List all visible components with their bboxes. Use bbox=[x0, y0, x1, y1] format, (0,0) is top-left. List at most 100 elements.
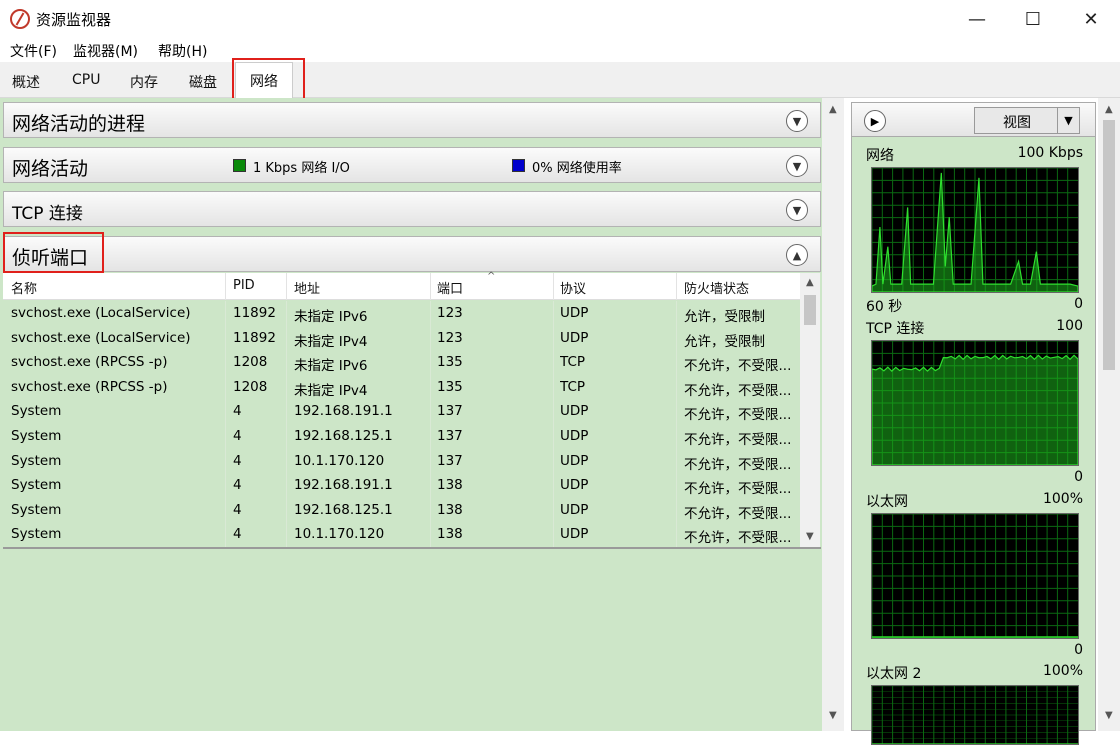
menu-file[interactable]: 文件(F) bbox=[10, 41, 57, 61]
graph-time-span: 60 秒 bbox=[866, 299, 903, 315]
cell-protocol: UDP bbox=[560, 477, 589, 494]
cell-port: 123 bbox=[437, 305, 463, 321]
column-header-address[interactable]: 地址 bbox=[294, 278, 320, 297]
column-divider[interactable] bbox=[676, 273, 677, 300]
window-title: 资源监视器 bbox=[36, 11, 112, 29]
section-tcp-connections[interactable]: TCP 连接 ▼ bbox=[3, 191, 821, 227]
cell-address: 192.168.125.1 bbox=[294, 501, 393, 518]
section-network-activity[interactable]: 网络活动 1 Kbps 网络 I/O 0% 网络使用率 ▼ bbox=[3, 147, 821, 183]
cell-pid: 1208 bbox=[233, 378, 268, 395]
table-row[interactable]: svchost.exe (LocalService) 11892 未指定 IPv… bbox=[3, 301, 800, 326]
table-header: 名称 PID 地址 端口 ^ 协议 防火墙状态 bbox=[3, 271, 800, 300]
ethernet-graph-svg bbox=[872, 514, 1078, 638]
tcp-trace bbox=[872, 354, 1078, 465]
cell-name: svchost.exe (RPCSS -p) bbox=[11, 378, 168, 395]
menu-help[interactable]: 帮助(H) bbox=[158, 41, 207, 61]
io-legend-swatch bbox=[233, 159, 246, 172]
cell-name: svchost.exe (LocalService) bbox=[11, 305, 191, 321]
title-bar: 资源监视器 — ☐ ✕ bbox=[0, 0, 1120, 38]
scroll-down-icon[interactable]: ▼ bbox=[1105, 710, 1113, 721]
section-network-processes[interactable]: 网络活动的进程 ▼ bbox=[3, 102, 821, 138]
tab-memory[interactable]: 内存 bbox=[124, 70, 164, 94]
section-title: 网络活动的进程 bbox=[12, 113, 146, 135]
table-row[interactable]: svchost.exe (RPCSS -p) 1208 未指定 IPv4 135… bbox=[3, 375, 800, 400]
graph-min: 0 bbox=[1074, 642, 1083, 658]
maximize-button[interactable]: ☐ bbox=[1004, 0, 1062, 38]
table-row[interactable]: System 4 192.168.125.1 137 UDP 不允许，不受限..… bbox=[3, 424, 800, 449]
table-row[interactable]: svchost.exe (RPCSS -p) 1208 未指定 IPv6 135… bbox=[3, 350, 800, 375]
ethernet-2-graph bbox=[871, 685, 1079, 745]
cell-protocol: TCP bbox=[560, 354, 586, 371]
column-header-port[interactable]: 端口 bbox=[437, 278, 463, 297]
table-row[interactable]: System 4 192.168.125.1 138 UDP 不允许，不受限..… bbox=[3, 498, 800, 523]
cell-port: 137 bbox=[437, 428, 463, 444]
minimize-button[interactable]: — bbox=[948, 0, 1006, 38]
cell-address: 10.1.170.120 bbox=[294, 452, 385, 469]
column-divider[interactable] bbox=[553, 273, 554, 300]
menu-monitor[interactable]: 监视器(M) bbox=[73, 41, 138, 61]
scroll-up-icon[interactable]: ▲ bbox=[806, 277, 814, 288]
chevron-down-icon[interactable]: ▼ bbox=[786, 110, 808, 132]
table-row[interactable]: System 4 10.1.170.120 138 UDP 不允许，不受限... bbox=[3, 522, 800, 547]
table-row[interactable]: System 4 10.1.170.120 137 UDP 不允许，不受限... bbox=[3, 449, 800, 474]
usage-legend-text: 0% 网络使用率 bbox=[532, 161, 622, 176]
section-title: TCP 连接 bbox=[12, 204, 83, 224]
chevron-up-icon[interactable]: ▲ bbox=[786, 244, 808, 266]
section-listening-ports[interactable]: 侦听端口 ▲ bbox=[3, 236, 821, 272]
listening-ports-table: svchost.exe (LocalService) 11892 未指定 IPv… bbox=[3, 301, 800, 547]
table-row[interactable]: System 4 192.168.191.1 137 UDP 不允许，不受限..… bbox=[3, 399, 800, 424]
chevron-down-icon[interactable]: ▼ bbox=[786, 199, 808, 221]
scroll-down-icon[interactable]: ▼ bbox=[829, 710, 837, 721]
cell-firewall: 不允许，不受限... bbox=[684, 358, 792, 375]
cell-name: svchost.exe (LocalService) bbox=[11, 329, 191, 346]
usage-legend-swatch bbox=[512, 159, 525, 172]
chevron-right-icon[interactable]: ▶ bbox=[864, 110, 886, 132]
column-divider bbox=[553, 301, 554, 547]
cell-name: System bbox=[11, 452, 62, 469]
cell-firewall: 不允许，不受限... bbox=[684, 407, 792, 424]
cell-address: 192.168.125.1 bbox=[294, 428, 393, 444]
cell-pid: 4 bbox=[233, 477, 242, 494]
column-header-firewall[interactable]: 防火墙状态 bbox=[684, 278, 749, 297]
dropdown-arrow-icon[interactable]: ▼ bbox=[1057, 108, 1079, 133]
tab-cpu[interactable]: CPU bbox=[66, 70, 106, 90]
column-header-pid[interactable]: PID bbox=[233, 278, 255, 293]
graph-panel-scrollbar[interactable]: ▲ ▼ bbox=[1098, 98, 1120, 731]
cell-name: System bbox=[11, 501, 62, 518]
cell-pid: 11892 bbox=[233, 329, 276, 346]
left-pane-scrollbar[interactable]: ▲ ▼ bbox=[822, 98, 844, 731]
column-divider[interactable] bbox=[225, 273, 226, 300]
graph-title: 以太网 bbox=[866, 494, 908, 510]
graph-min: 0 bbox=[1074, 469, 1083, 485]
scroll-thumb[interactable] bbox=[804, 295, 816, 325]
ethernet-graph bbox=[871, 513, 1079, 639]
table-row[interactable]: svchost.exe (LocalService) 11892 未指定 IPv… bbox=[3, 326, 800, 351]
graph-panel: ▶ 视图 ▼ 网络 100 Kbps 60 秒 0 TCP 连接 100 0 以… bbox=[846, 98, 1120, 745]
table-scrollbar[interactable]: ▲ ▼ bbox=[800, 273, 820, 547]
cell-address: 未指定 IPv4 bbox=[294, 382, 368, 399]
column-divider bbox=[225, 301, 226, 547]
chevron-down-icon[interactable]: ▼ bbox=[786, 155, 808, 177]
tcp-graph bbox=[871, 340, 1079, 466]
cell-name: System bbox=[11, 477, 62, 494]
view-button[interactable]: 视图 ▼ bbox=[974, 107, 1080, 134]
column-header-name[interactable]: 名称 bbox=[11, 278, 37, 297]
cell-address: 未指定 IPv4 bbox=[294, 333, 368, 350]
scroll-up-icon[interactable]: ▲ bbox=[1105, 104, 1113, 115]
tcp-graph-svg bbox=[872, 341, 1078, 465]
scroll-thumb[interactable] bbox=[1103, 120, 1115, 370]
close-button[interactable]: ✕ bbox=[1062, 0, 1120, 38]
table-row[interactable]: System 4 192.168.191.1 138 UDP 不允许，不受限..… bbox=[3, 473, 800, 498]
column-divider[interactable] bbox=[430, 273, 431, 300]
resource-monitor-icon bbox=[10, 9, 30, 29]
column-header-protocol[interactable]: 协议 bbox=[560, 278, 586, 297]
scroll-up-icon[interactable]: ▲ bbox=[829, 104, 837, 115]
graph-title: 网络 bbox=[866, 148, 894, 164]
cell-name: System bbox=[11, 428, 62, 444]
graph-title: 以太网 2 bbox=[866, 666, 922, 682]
tab-overview[interactable]: 概述 bbox=[6, 70, 46, 94]
tab-disk[interactable]: 磁盘 bbox=[183, 70, 223, 94]
scroll-down-icon[interactable]: ▼ bbox=[806, 531, 814, 542]
network-graph-svg bbox=[872, 168, 1078, 292]
column-divider[interactable] bbox=[286, 273, 287, 300]
